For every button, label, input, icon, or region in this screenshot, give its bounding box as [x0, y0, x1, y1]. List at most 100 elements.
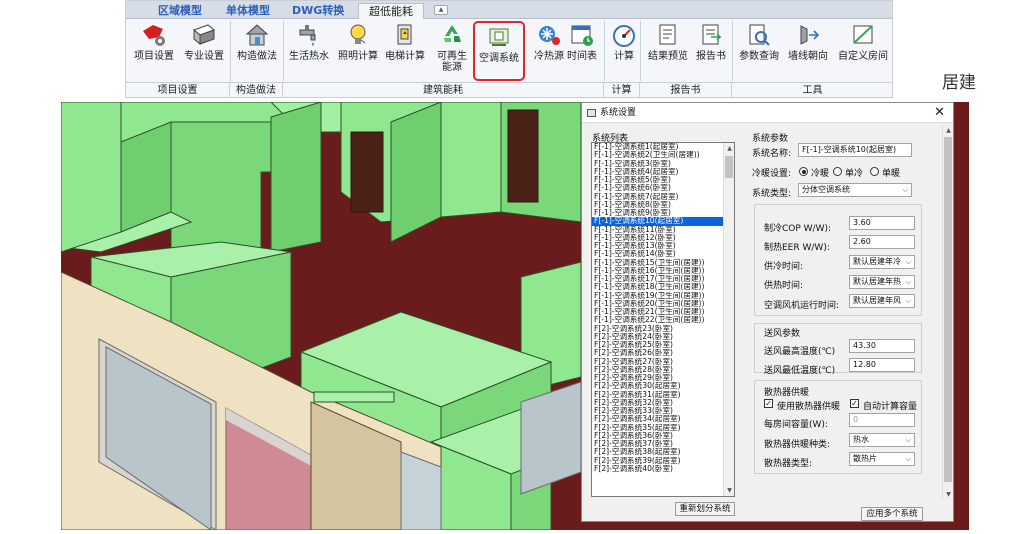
- domestic-hot-water-button[interactable]: 生活热水: [283, 21, 335, 81]
- domestic-hot-water-label: 生活热水: [289, 51, 329, 62]
- scroll-up-icon[interactable]: ▲: [944, 126, 953, 135]
- supply-min-label: 送风最低温度(℃): [764, 366, 836, 376]
- close-icon[interactable]: ✕: [934, 105, 945, 121]
- capacity-input[interactable]: 0: [849, 413, 915, 427]
- list-scroll-thumb[interactable]: [725, 156, 733, 178]
- system-list-item[interactable]: F[2]-空调系统30(起居室): [592, 382, 725, 390]
- system-list-item[interactable]: F[-1]-空调系统17(卫生间(居建)): [592, 275, 725, 283]
- scroll-down-icon[interactable]: ▼: [725, 486, 734, 495]
- system-list-item[interactable]: F[2]-空调系统32(卧室): [592, 399, 725, 407]
- project-settings-button[interactable]: 项目设置: [128, 21, 180, 81]
- supply-max-input[interactable]: 43.30: [849, 339, 915, 353]
- system-list-item[interactable]: F[-1]-空调系统5(卧室): [592, 176, 725, 184]
- system-list-item[interactable]: F[-1]-空调系统2(卫生间(居建)): [592, 151, 725, 159]
- ribbon-collapse-button[interactable]: ▲: [434, 5, 448, 15]
- discipline-settings-button[interactable]: 专业设置: [178, 21, 230, 81]
- scroll-down-icon[interactable]: ▼: [944, 490, 953, 499]
- system-list-item[interactable]: F[-1]-空调系统10(起居室): [592, 217, 725, 226]
- system-list-item[interactable]: F[2]-空调系统26(卧室): [592, 349, 725, 357]
- param-query-label: 参数查询: [739, 51, 779, 62]
- cool-time-select[interactable]: 默认居建年冷 ⌵: [849, 255, 915, 269]
- heat-time-select[interactable]: 默认居建年热 ⌵: [849, 275, 915, 289]
- params-scroll-thumb[interactable]: [944, 137, 952, 482]
- system-list-item[interactable]: F[2]-空调系统35(起居室): [592, 424, 725, 432]
- system-list-item[interactable]: F[-1]-空调系统3(卧室): [592, 160, 725, 168]
- system-list-item[interactable]: F[2]-空调系统31(起居室): [592, 391, 725, 399]
- system-list-item[interactable]: F[2]-空调系统40(卧室): [592, 465, 725, 473]
- list-scrollbar[interactable]: ▲ ▼: [723, 143, 734, 496]
- report-button[interactable]: 报告书: [685, 21, 737, 81]
- supply-min-input[interactable]: 12.80: [849, 358, 915, 372]
- mode-option-cool-only: 单冷: [845, 169, 864, 179]
- eer-label: 制热EER W/W):: [764, 243, 830, 253]
- system-list-item[interactable]: F[2]-空调系统25(卧室): [592, 341, 725, 349]
- system-list-item[interactable]: F[-1]-空调系统19(卫生间(居建)): [592, 292, 725, 300]
- tab-building-model[interactable]: 单体模型: [226, 3, 270, 19]
- tab-ultra-low-energy[interactable]: 超低能耗: [358, 3, 424, 19]
- system-list-item[interactable]: F[2]-空调系统39(起居室): [592, 457, 725, 465]
- system-list-item[interactable]: F[2]-空调系统23(卧室): [592, 325, 725, 333]
- lighting-calc-label: 照明计算: [338, 51, 378, 62]
- system-list-item[interactable]: F[-1]-空调系统21(卫生间(居建)): [592, 308, 725, 316]
- system-list-item[interactable]: F[-1]-空调系统8(卧室): [592, 201, 725, 209]
- lighting-calc-button[interactable]: 照明计算: [332, 21, 384, 81]
- chevron-down-icon: ⌵: [905, 455, 911, 463]
- system-list-item[interactable]: F[-1]-空调系统13(卧室): [592, 242, 725, 250]
- mode-radio-cool-heat[interactable]: [799, 167, 808, 176]
- mode-label: 冷暖设置:: [752, 169, 792, 179]
- system-list-item[interactable]: F[-1]-空调系统1(起居室): [592, 143, 725, 151]
- apply-multiple-systems-button[interactable]: 应用多个系统: [861, 507, 923, 521]
- tab-region-model[interactable]: 区域模型: [158, 3, 202, 19]
- system-type-label: 系统类型:: [752, 189, 792, 199]
- system-list-item[interactable]: F[-1]-空调系统20(卫生间(居建)): [592, 300, 725, 308]
- system-list-item[interactable]: F[-1]-空调系统4(起居室): [592, 168, 725, 176]
- system-list-item[interactable]: F[-1]-空调系统22(卫生间(居建)): [592, 316, 725, 324]
- system-list[interactable]: F[-1]-空调系统1(起居室) F[-1]-空调系统2(卫生间(居建)) F[-1…: [591, 142, 735, 497]
- mode-radio-heat-only[interactable]: [870, 167, 879, 176]
- radiator-type-select[interactable]: 散热片 ⌵: [849, 452, 915, 466]
- system-list-item[interactable]: F[2]-空调系统24(卧室): [592, 333, 725, 341]
- ac-system-button[interactable]: 空调系统: [473, 21, 525, 81]
- system-name-input[interactable]: F[-1]-空调系统10(起居室): [798, 143, 912, 157]
- system-list-item[interactable]: F[-1]-空调系统15(卫生间(居建)): [592, 259, 725, 267]
- system-list-item[interactable]: F[-1]-空调系统18(卫生间(居建)): [592, 283, 725, 291]
- construction-method-button[interactable]: 构造做法: [231, 21, 283, 81]
- system-list-item[interactable]: F[-1]-空调系统6(卧室): [592, 184, 725, 192]
- use-radiator-checkbox[interactable]: ✓: [764, 399, 773, 408]
- group-tools: 工具: [732, 82, 892, 97]
- system-list-item[interactable]: F[2]-空调系统36(卧室): [592, 432, 725, 440]
- system-list-item[interactable]: F[2]-空调系统33(卧室): [592, 407, 725, 415]
- renewable-energy-label: 可再生 能源: [437, 51, 467, 73]
- param-query-button[interactable]: 参数查询: [733, 21, 785, 81]
- mode-radio-cool-only[interactable]: [833, 167, 842, 176]
- system-type-select[interactable]: 分体空调系统 ⌵: [798, 183, 912, 197]
- tab-dwg-convert[interactable]: DWG转换: [292, 3, 344, 19]
- system-list-item[interactable]: F[-1]-空调系统12(卧室): [592, 234, 725, 242]
- auto-calc-checkbox[interactable]: ✓: [850, 399, 859, 408]
- system-list-item[interactable]: F[2]-空调系统37(卧室): [592, 440, 725, 448]
- params-scrollbar[interactable]: ▲ ▼: [942, 125, 953, 500]
- system-list-item[interactable]: F[2]-空调系统27(卧室): [592, 358, 725, 366]
- fan-time-select[interactable]: 默认居建年风 ⌵: [849, 294, 915, 308]
- elevator-calc-button[interactable]: 电梯计算: [379, 21, 431, 81]
- system-list-item[interactable]: F[-1]-空调系统7(起居室): [592, 193, 725, 201]
- cop-input[interactable]: 3.60: [849, 216, 915, 230]
- renewable-energy-button[interactable]: 可再生 能源: [426, 21, 478, 81]
- system-list-item[interactable]: F[2]-空调系统29(卧室): [592, 374, 725, 382]
- dialog-title: 系统设置: [600, 108, 637, 118]
- system-list-item[interactable]: F[2]-空调系统34(起居室): [592, 415, 725, 423]
- scroll-up-icon[interactable]: ▲: [725, 144, 734, 153]
- system-list-item[interactable]: F[-1]-空调系统11(卧室): [592, 226, 725, 234]
- medium-select[interactable]: 热水 ⌵: [849, 433, 915, 447]
- system-list-item[interactable]: F[-1]-空调系统14(卧室): [592, 250, 725, 258]
- system-list-item[interactable]: F[-1]-空调系统16(卫生间(居建)): [592, 267, 725, 275]
- eer-input[interactable]: 2.60: [849, 235, 915, 249]
- calculate-label: 计算: [614, 51, 634, 62]
- custom-room-button[interactable]: 自定义房间: [834, 21, 892, 81]
- redivide-systems-button[interactable]: 重新划分系统: [675, 502, 735, 516]
- system-list-item[interactable]: F[-1]-空调系统9(卧室): [592, 209, 725, 217]
- wall-orientation-button[interactable]: 墙线朝向: [782, 21, 834, 81]
- system-list-item[interactable]: F[2]-空调系统38(起居室): [592, 448, 725, 456]
- fan-time-value: 默认居建年风: [853, 296, 901, 305]
- system-list-item[interactable]: F[2]-空调系统28(卧室): [592, 366, 725, 374]
